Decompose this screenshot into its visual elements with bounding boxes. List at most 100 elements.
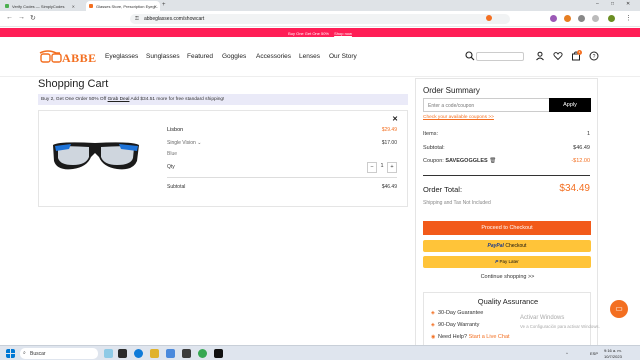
- forward-icon[interactable]: →: [18, 14, 25, 21]
- tab-label: Glasses Store, Prescription Eyeg...: [96, 4, 159, 9]
- nav-sunglasses[interactable]: Sunglasses: [146, 53, 180, 60]
- chevron-down-icon: ⌄: [197, 140, 202, 146]
- close-window-icon[interactable]: ✕: [626, 1, 630, 7]
- language-indicator[interactable]: ESP: [590, 351, 598, 356]
- svg-text:?: ?: [593, 54, 596, 60]
- account-avatar-icon[interactable]: [608, 15, 615, 22]
- nav-our-story[interactable]: Our Story: [329, 53, 357, 60]
- maximize-icon[interactable]: □: [611, 1, 614, 7]
- taskbar-search[interactable]: ⌕ Buscar: [20, 348, 98, 359]
- new-tab-icon[interactable]: +: [162, 2, 166, 8]
- live-chat-link[interactable]: Start a Live Chat: [469, 334, 510, 340]
- guarantee-item: ◈ 30-Day Guarantee: [431, 310, 483, 316]
- app-icon[interactable]: [182, 349, 191, 358]
- tab-simplycodes[interactable]: Verify Codes — SimplyCodes ✕: [2, 1, 78, 11]
- subtotal-label: Subtotal:: [423, 145, 445, 151]
- promo-strip-text: Buy 2, Get One Order 50% Off: [41, 97, 108, 102]
- nav-featured[interactable]: Featured: [187, 53, 213, 60]
- increase-qty-button[interactable]: +: [387, 162, 397, 173]
- order-total-value: $34.49: [559, 183, 590, 194]
- proceed-to-checkout-button[interactable]: Proceed to Checkout: [423, 221, 591, 235]
- tray-chevron-icon[interactable]: ^: [566, 351, 568, 356]
- chat-icon: ◉: [431, 334, 436, 340]
- reload-icon[interactable]: ↻: [30, 14, 36, 22]
- coupon-discount: -$12.00: [571, 158, 590, 164]
- extensions-icon[interactable]: [578, 15, 585, 22]
- windows-taskbar: ⌕ Buscar ^ ESP 9:16 a. m. 10/7/2023: [0, 345, 640, 360]
- need-help-text: Need Help?: [438, 334, 468, 340]
- edge-icon[interactable]: [134, 349, 143, 358]
- clock-time[interactable]: 9:16 a. m.: [604, 348, 622, 353]
- paypal-checkout-label: Checkout: [505, 243, 527, 249]
- item-subtotal-label: Subtotal: [167, 184, 186, 190]
- paypal-checkout-button[interactable]: PayPal Checkout: [423, 240, 591, 252]
- windows-activation-title: Activar Windows: [520, 315, 565, 321]
- trash-icon[interactable]: 🗑: [489, 158, 496, 164]
- coupon-input[interactable]: Enter a code/coupon: [423, 98, 550, 112]
- qty-label: Qty: [167, 164, 175, 170]
- nav-lenses[interactable]: Lenses: [299, 53, 320, 60]
- url-field[interactable]: ⚿ abbeglasses.com/showcart: [130, 14, 510, 24]
- store-icon[interactable]: [166, 349, 175, 358]
- close-tab-icon[interactable]: ✕: [72, 4, 75, 9]
- order-total-label: Order Total:: [423, 185, 463, 194]
- remove-item-icon[interactable]: ✕: [392, 115, 398, 123]
- shop-now-link[interactable]: Shop now: [334, 31, 352, 36]
- search-icon: ⌕: [23, 350, 26, 356]
- chat-bubble-icon[interactable]: ▭: [610, 300, 628, 318]
- tiktok-icon[interactable]: [214, 349, 223, 358]
- widgets-icon[interactable]: [104, 349, 113, 358]
- free-shipping-text: Add $34.51 more for free standard shippi…: [129, 97, 225, 102]
- qty-value[interactable]: 1: [377, 162, 387, 171]
- profile-icon[interactable]: [550, 15, 557, 22]
- continue-shopping-link[interactable]: Continue shopping >>: [416, 274, 599, 280]
- quality-assurance-title: Quality Assurance: [477, 297, 539, 306]
- nav-goggles[interactable]: Goggles: [222, 53, 246, 60]
- available-coupons-link[interactable]: Check your available coupons >>: [423, 115, 494, 120]
- close-tab-icon[interactable]: ✕: [154, 4, 157, 9]
- frame-color: Blue: [167, 151, 178, 157]
- product-name[interactable]: Lisbon: [167, 127, 183, 133]
- product-image[interactable]: [49, 131, 143, 179]
- cart-count-badge: 1: [577, 50, 582, 55]
- tab-label: Verify Codes — SimplyCodes: [12, 4, 65, 9]
- items-value: 1: [586, 131, 590, 137]
- menu-icon[interactable]: ⋮: [625, 14, 632, 22]
- guarantee-text: 30-Day Guarantee: [438, 310, 484, 316]
- heart-icon[interactable]: [553, 51, 563, 61]
- help-icon[interactable]: ?: [589, 51, 599, 61]
- promo-text: Buy One Get One 50%: [288, 30, 329, 36]
- product-price: $29.49: [381, 127, 397, 133]
- windows-start-icon[interactable]: [6, 349, 15, 358]
- extension-icon[interactable]: [486, 15, 492, 21]
- help-item: ◉ Need Help? Start a Live Chat: [431, 334, 510, 340]
- paypal-logo-icon: PayPal: [487, 243, 504, 249]
- grab-deal-link[interactable]: Grab Deal: [108, 97, 130, 102]
- decrease-qty-button[interactable]: −: [367, 162, 377, 173]
- item-subtotal-value: $46.49: [381, 184, 397, 190]
- chrome-icon[interactable]: [198, 349, 207, 358]
- task-view-icon[interactable]: [118, 349, 127, 358]
- lens-type-toggle[interactable]: Single Vision ⌄: [167, 140, 201, 146]
- minimize-icon[interactable]: –: [596, 1, 599, 7]
- lens-price: $17.00: [381, 140, 397, 146]
- file-explorer-icon[interactable]: [150, 349, 159, 358]
- logo-text: ABBE: [62, 51, 97, 65]
- windows-activation-subtitle: Ve a Configuración para activar Windows.: [520, 324, 600, 329]
- extension-icon[interactable]: [564, 15, 571, 22]
- user-icon[interactable]: [535, 51, 545, 61]
- divider: [167, 177, 397, 178]
- search-input[interactable]: [476, 52, 524, 61]
- shipping-note: Shipping and Tax Not Included: [423, 200, 491, 206]
- paypal-pay-later-button[interactable]: P Pay Later: [423, 256, 591, 268]
- promo-bar: Buy One Get One 50% Shop now: [0, 28, 640, 37]
- clock-date[interactable]: 10/7/2023: [604, 354, 622, 359]
- warranty-item: ◈ 90-Day Warranty: [431, 322, 479, 328]
- nav-eyeglasses[interactable]: Eyeglasses: [105, 53, 138, 60]
- sidebar-icon[interactable]: [592, 15, 599, 22]
- nav-accessories[interactable]: Accessories: [256, 53, 291, 60]
- tab-abbe[interactable]: Glasses Store, Prescription Eyeg... ✕: [86, 1, 160, 11]
- back-icon[interactable]: ←: [6, 14, 13, 21]
- apply-button[interactable]: Apply: [549, 98, 591, 112]
- search-icon[interactable]: [465, 51, 475, 61]
